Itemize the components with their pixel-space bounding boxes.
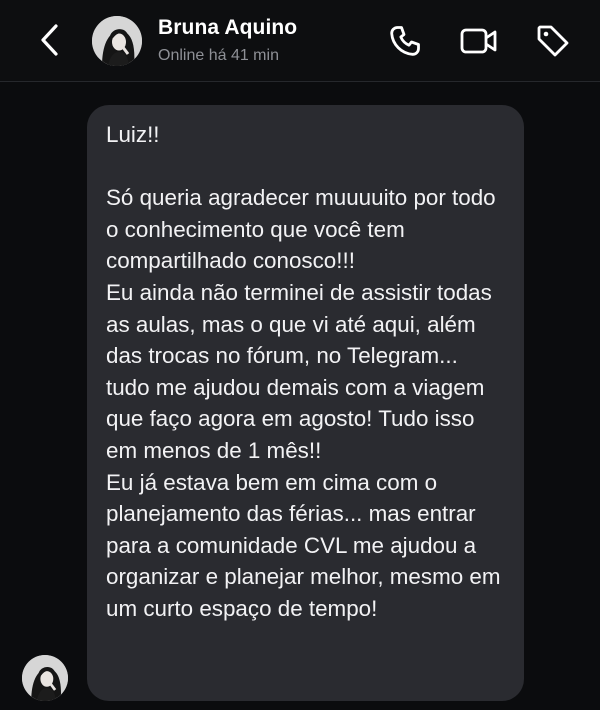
chevron-left-icon [41,24,58,56]
avatar-photo [92,16,142,66]
contact-name[interactable]: Bruna Aquino [158,16,297,40]
video-icon [460,28,497,54]
video-call-button[interactable] [458,20,500,62]
contact-avatar[interactable] [92,16,142,66]
tag-button[interactable] [532,20,574,62]
tag-icon [537,25,569,57]
back-button[interactable] [30,18,70,62]
contact-status: Online há 41 min [158,47,279,64]
message-text: Luiz!! Só queria agradecer muuuuito por … [106,122,501,621]
phone-icon [390,26,420,56]
voice-call-button[interactable] [384,20,426,62]
sender-avatar[interactable] [22,655,68,701]
message-bubble[interactable]: Luiz!! Só queria agradecer muuuuito por … [87,105,524,701]
chat-header: Bruna Aquino Online há 41 min [0,0,600,82]
chat-screen: Bruna Aquino Online há 41 min Luiz!! Só … [0,0,600,710]
avatar-photo [22,655,68,701]
